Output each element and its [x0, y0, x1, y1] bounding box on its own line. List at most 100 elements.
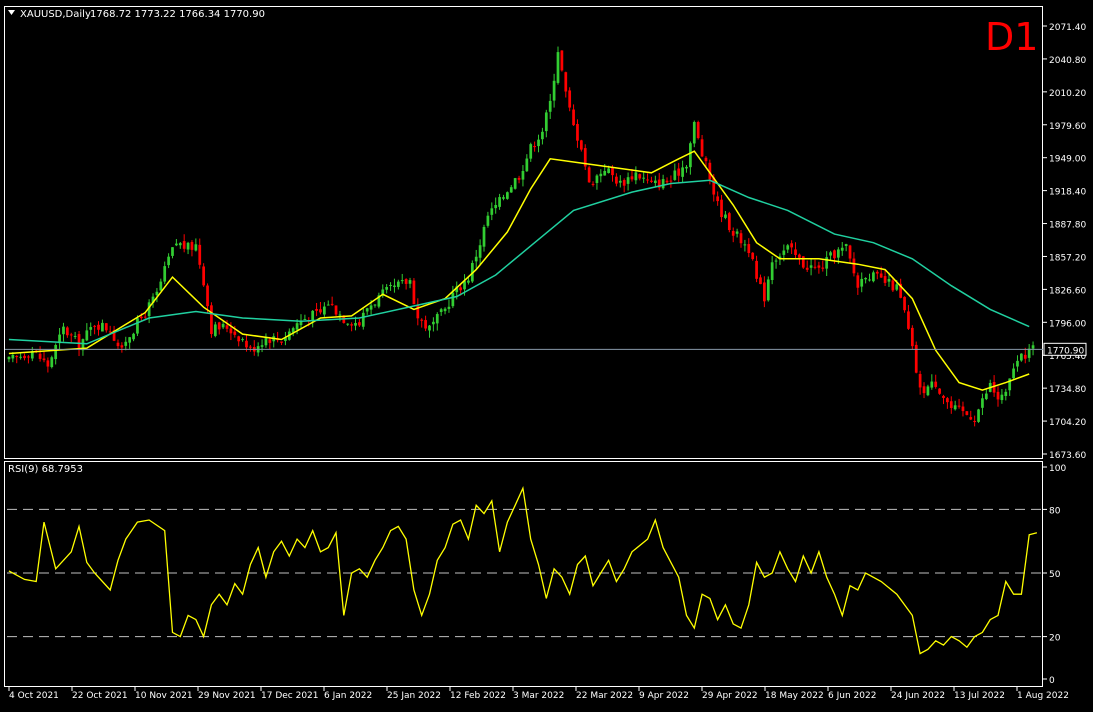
price-axis-label: 2040.80 — [1049, 56, 1086, 66]
candle-body — [720, 199, 723, 218]
candle-body — [97, 324, 100, 330]
price-axis-label: 2071.40 — [1049, 23, 1086, 33]
candle-body — [459, 287, 463, 291]
candle-body — [178, 243, 182, 246]
candle-body — [731, 230, 735, 236]
candle-body — [747, 244, 751, 254]
candle-body — [813, 266, 817, 268]
candle-body — [525, 158, 529, 172]
candle-body — [724, 214, 727, 218]
candle-body — [700, 139, 704, 157]
rsi-axis-label: 0 — [1049, 676, 1055, 686]
time-axis-label: 4 Oct 2021 — [9, 691, 59, 701]
candle-body — [677, 168, 681, 176]
candle-body — [650, 180, 653, 182]
candle-body — [186, 242, 190, 250]
candle-body — [692, 122, 696, 144]
candle-body — [326, 304, 330, 306]
candle-body — [984, 393, 988, 400]
candle-body — [136, 318, 139, 334]
candle-body — [541, 131, 544, 140]
candle-body — [120, 345, 124, 348]
candle-body — [213, 324, 217, 336]
candle-body — [451, 292, 455, 307]
candle-body — [533, 145, 536, 148]
candle-body — [346, 323, 350, 325]
candle-body — [949, 401, 953, 408]
candle-body — [774, 260, 778, 262]
candle-body — [490, 208, 494, 215]
candle-body — [62, 326, 65, 335]
rsi-axis-label: 80 — [1049, 506, 1061, 516]
rsi-axis-label: 100 — [1049, 464, 1066, 474]
candle-body — [739, 233, 743, 244]
candle-body — [420, 319, 424, 321]
candle-body — [646, 179, 649, 181]
candle-body — [155, 291, 159, 296]
candle-body — [587, 167, 591, 183]
candle-body — [626, 177, 630, 184]
candle-body — [875, 271, 879, 274]
candle-body — [128, 337, 132, 343]
candle-body — [104, 323, 108, 331]
candle-body — [69, 334, 73, 336]
symbol-title: XAUUSD,Daily — [20, 9, 91, 20]
candle-body — [763, 282, 766, 302]
candle-body — [1004, 391, 1008, 396]
candle-body — [190, 242, 194, 250]
candle-body — [759, 277, 762, 285]
candle-body — [817, 265, 821, 268]
candle-body — [494, 204, 498, 209]
candle-body — [330, 303, 334, 305]
candle-body — [805, 267, 809, 270]
candle-body — [809, 265, 813, 268]
candle-body — [1027, 348, 1031, 358]
candle-body — [622, 180, 626, 186]
candle-body — [19, 356, 22, 358]
candle-body — [435, 314, 439, 324]
time-axis-label: 6 Jun 2022 — [828, 691, 876, 701]
candle-body — [751, 252, 755, 260]
candle-body — [544, 112, 548, 132]
candle-body — [529, 144, 533, 159]
candle-body — [389, 285, 392, 287]
candle-body — [486, 215, 490, 226]
candle-body — [556, 52, 560, 83]
candle-body — [478, 245, 482, 258]
time-axis-label: 17 Dec 2021 — [261, 691, 319, 701]
candle-body — [727, 213, 731, 231]
price-axis-label: 1673.60 — [1049, 451, 1086, 461]
candle-body — [143, 316, 147, 318]
candle-body — [46, 360, 50, 367]
candle-body — [653, 180, 657, 184]
candle-body — [182, 241, 186, 249]
candle-body — [400, 280, 404, 282]
candle-body — [229, 328, 233, 334]
candle-body — [93, 325, 96, 327]
candle-body — [801, 256, 805, 268]
candle-body — [934, 381, 938, 387]
candle-body — [883, 276, 887, 283]
candle-body — [101, 322, 104, 332]
candle-body — [930, 381, 934, 388]
candle-body — [638, 174, 642, 179]
candle-body — [860, 278, 864, 287]
candle-body — [848, 245, 852, 259]
candle-body — [1000, 394, 1004, 401]
candle-body — [311, 310, 315, 321]
candle-body — [572, 109, 575, 126]
candle-body — [607, 168, 610, 174]
candle-body — [509, 187, 513, 193]
candle-body — [198, 244, 202, 265]
candle-body — [264, 337, 268, 346]
price-axis-label: 1918.40 — [1049, 188, 1086, 198]
candle-body — [595, 175, 599, 183]
candle-body — [564, 72, 568, 92]
rsi-label: RSI(9) 68.7953 — [8, 464, 83, 475]
price-axis-label: 1796.00 — [1049, 319, 1086, 329]
candle-body — [268, 339, 272, 343]
candle-body — [829, 252, 832, 256]
candle-body — [50, 357, 54, 368]
candle-body — [217, 322, 221, 330]
candle-body — [887, 279, 891, 282]
